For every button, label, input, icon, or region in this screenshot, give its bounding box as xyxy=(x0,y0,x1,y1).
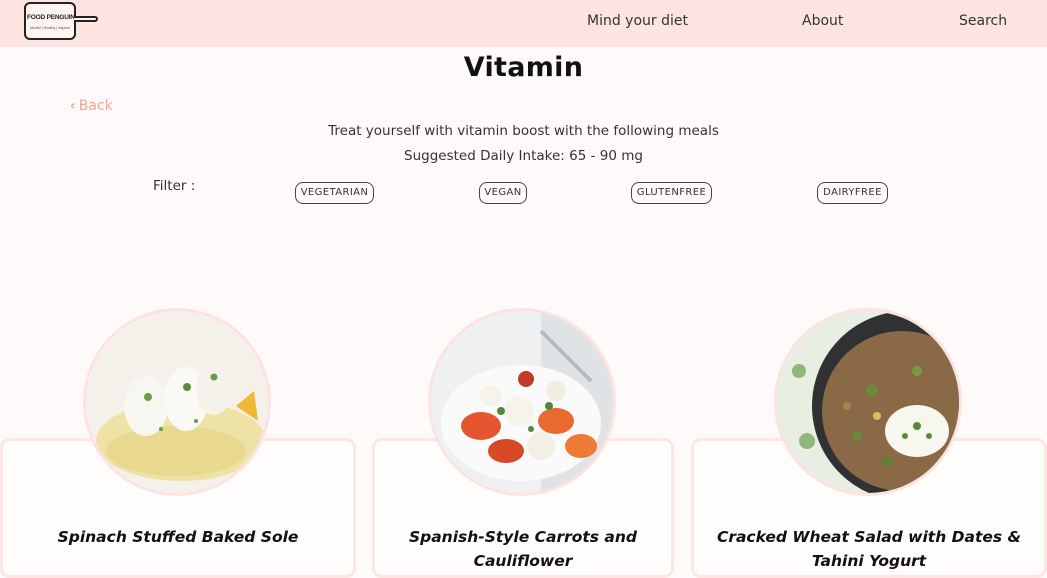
nav-search[interactable]: Search xyxy=(959,13,1007,29)
filter-label: Filter : xyxy=(153,178,196,194)
filter-chip-vegan[interactable]: VEGAN xyxy=(479,182,527,204)
back-label: Back xyxy=(78,98,113,114)
recipe-name[interactable]: Spanish-Style Carrots and Cauliflower xyxy=(375,525,671,573)
logo-title: FOOD PENGUIN xyxy=(27,14,75,21)
page-title: Vitamin xyxy=(463,52,584,83)
filter-chip-vegetarian[interactable]: VEGETARIAN xyxy=(295,182,374,204)
page-description: Treat yourself with vitamin boost with t… xyxy=(328,123,719,139)
daily-intake: Suggested Daily Intake: 65 - 90 mg xyxy=(404,148,643,164)
nav-mind-your-diet[interactable]: Mind your diet xyxy=(587,13,688,29)
recipe-name[interactable]: Spinach Stuffed Baked Sole xyxy=(3,525,353,549)
top-navbar: FOOD PENGUIN Mindful | Healthy | Inspire… xyxy=(0,0,1047,47)
filter-chip-glutenfree[interactable]: GLUTENFREE xyxy=(631,182,712,204)
recipe-image-sole[interactable] xyxy=(83,308,271,496)
logo-tagline: Mindful | Healthy | Inspired xyxy=(29,26,71,30)
nav-about[interactable]: About xyxy=(802,13,843,29)
logo[interactable]: FOOD PENGUIN Mindful | Healthy | Inspire… xyxy=(24,2,76,40)
recipe-image-carrots[interactable] xyxy=(428,308,616,496)
recipe-image-wheat-salad[interactable] xyxy=(774,308,962,496)
back-link[interactable]: ‹ Back xyxy=(70,98,113,114)
recipe-name[interactable]: Cracked Wheat Salad with Dates & Tahini … xyxy=(694,525,1044,573)
filter-chip-dairyfree[interactable]: DAIRYFREE xyxy=(817,182,888,204)
logo-pan-handle xyxy=(74,16,98,22)
chevron-left-icon: ‹ xyxy=(70,98,76,114)
